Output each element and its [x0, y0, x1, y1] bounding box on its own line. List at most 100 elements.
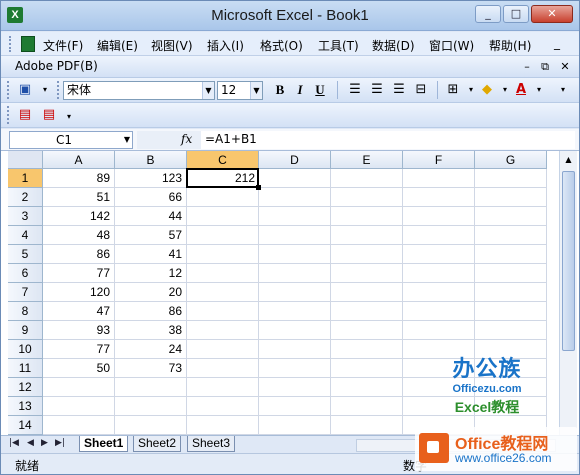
- cell-a5[interactable]: 86: [43, 245, 115, 264]
- cell-c10[interactable]: [187, 340, 259, 359]
- scroll-up-icon[interactable]: ▲: [562, 153, 575, 167]
- cell-c1[interactable]: 212: [186, 168, 259, 188]
- cell-e1[interactable]: [331, 169, 403, 188]
- merge-center-icon[interactable]: ⊟: [411, 80, 431, 100]
- menu-insert[interactable]: 插入(I): [207, 37, 244, 54]
- cell-b11[interactable]: 73: [115, 359, 187, 378]
- cell-d7[interactable]: [259, 283, 331, 302]
- cell-a3[interactable]: 142: [43, 207, 115, 226]
- cell-f8[interactable]: [403, 302, 475, 321]
- tab-sheet3[interactable]: Sheet3: [187, 436, 236, 452]
- align-right-icon[interactable]: ☰: [389, 80, 409, 100]
- doc-close-icon[interactable]: ✕: [555, 57, 575, 77]
- column-header-f[interactable]: F: [403, 151, 475, 169]
- cell-a6[interactable]: 77: [43, 264, 115, 283]
- cell-c9[interactable]: [187, 321, 259, 340]
- menu-tools[interactable]: 工具(T): [318, 37, 359, 54]
- menu-data[interactable]: 数据(D): [372, 37, 415, 54]
- cell-d1[interactable]: [259, 169, 331, 188]
- cell-g5[interactable]: [475, 245, 547, 264]
- cell-b6[interactable]: 12: [115, 264, 187, 283]
- cell-a13[interactable]: [43, 397, 115, 416]
- scroll-thumb[interactable]: [562, 171, 575, 351]
- cell-b14[interactable]: [115, 416, 187, 435]
- cell-e10[interactable]: [331, 340, 403, 359]
- cell-d12[interactable]: [259, 378, 331, 397]
- cell-b5[interactable]: 41: [115, 245, 187, 264]
- toolbar-grip[interactable]: [57, 81, 61, 99]
- cell-a4[interactable]: 48: [43, 226, 115, 245]
- row-header-11[interactable]: 11: [8, 359, 43, 378]
- align-left-icon[interactable]: ☰: [345, 80, 365, 100]
- cell-c14[interactable]: [187, 416, 259, 435]
- cell-c6[interactable]: [187, 264, 259, 283]
- toolbar-grip[interactable]: [7, 81, 11, 99]
- row-header-9[interactable]: 9: [8, 321, 43, 340]
- column-header-g[interactable]: G: [475, 151, 547, 169]
- cell-c3[interactable]: [187, 207, 259, 226]
- row-header-2[interactable]: 2: [8, 188, 43, 207]
- cell-f2[interactable]: [403, 188, 475, 207]
- cell-d8[interactable]: [259, 302, 331, 321]
- cell-e12[interactable]: [331, 378, 403, 397]
- cell-d10[interactable]: [259, 340, 331, 359]
- toolbar-options-icon[interactable]: ▾: [553, 80, 573, 100]
- cell-g8[interactable]: [475, 302, 547, 321]
- cell-c12[interactable]: [187, 378, 259, 397]
- cell-b12[interactable]: [115, 378, 187, 397]
- cell-c5[interactable]: [187, 245, 259, 264]
- cell-f6[interactable]: [403, 264, 475, 283]
- cell-d9[interactable]: [259, 321, 331, 340]
- cell-b10[interactable]: 24: [115, 340, 187, 359]
- borders-icon[interactable]: ⊞: [443, 80, 463, 100]
- row-header-5[interactable]: 5: [8, 245, 43, 264]
- cell-c4[interactable]: [187, 226, 259, 245]
- select-all-corner[interactable]: [8, 151, 43, 169]
- menu-help[interactable]: 帮助(H): [489, 37, 531, 54]
- pdf-email-icon[interactable]: ▤: [39, 105, 59, 125]
- cell-e11[interactable]: [331, 359, 403, 378]
- first-sheet-icon[interactable]: |◀: [9, 438, 19, 448]
- next-sheet-icon[interactable]: ▶: [41, 438, 48, 448]
- doc-min-icon[interactable]: _: [549, 36, 565, 52]
- vertical-scrollbar[interactable]: ▲: [559, 151, 577, 435]
- menu-view[interactable]: 视图(V): [151, 37, 193, 54]
- cell-a9[interactable]: 93: [43, 321, 115, 340]
- row-header-6[interactable]: 6: [8, 264, 43, 283]
- menu-edit[interactable]: 编辑(E): [97, 37, 138, 54]
- chevron-down-icon[interactable]: ▼: [124, 132, 130, 148]
- cell-e7[interactable]: [331, 283, 403, 302]
- save-icon[interactable]: ▣: [15, 80, 35, 100]
- column-header-c[interactable]: C: [187, 151, 259, 169]
- cell-f4[interactable]: [403, 226, 475, 245]
- cell-e6[interactable]: [331, 264, 403, 283]
- cell-b1[interactable]: 123: [115, 169, 187, 188]
- cell-d11[interactable]: [259, 359, 331, 378]
- row-header-7[interactable]: 7: [8, 283, 43, 302]
- cell-f5[interactable]: [403, 245, 475, 264]
- chevron-down-icon[interactable]: ▼: [250, 82, 262, 99]
- close-button[interactable]: ✕: [531, 5, 573, 23]
- row-header-3[interactable]: 3: [8, 207, 43, 226]
- cell-f9[interactable]: [403, 321, 475, 340]
- cell-d6[interactable]: [259, 264, 331, 283]
- row-header-10[interactable]: 10: [8, 340, 43, 359]
- cell-c2[interactable]: [187, 188, 259, 207]
- cell-b8[interactable]: 86: [115, 302, 187, 321]
- maximize-button[interactable]: □: [503, 5, 529, 23]
- cell-c8[interactable]: [187, 302, 259, 321]
- cell-e8[interactable]: [331, 302, 403, 321]
- cell-b3[interactable]: 44: [115, 207, 187, 226]
- bold-button[interactable]: B: [270, 80, 290, 100]
- row-header-4[interactable]: 4: [8, 226, 43, 245]
- cell-g1[interactable]: [475, 169, 547, 188]
- cell-g6[interactable]: [475, 264, 547, 283]
- row-header-1[interactable]: 1: [8, 169, 43, 188]
- cell-b4[interactable]: 57: [115, 226, 187, 245]
- prev-sheet-icon[interactable]: ◀: [27, 438, 34, 448]
- cell-a14[interactable]: [43, 416, 115, 435]
- chevron-down-icon[interactable]: ▾: [529, 80, 549, 100]
- cell-e4[interactable]: [331, 226, 403, 245]
- cell-c13[interactable]: [187, 397, 259, 416]
- tab-sheet2[interactable]: Sheet2: [133, 436, 182, 452]
